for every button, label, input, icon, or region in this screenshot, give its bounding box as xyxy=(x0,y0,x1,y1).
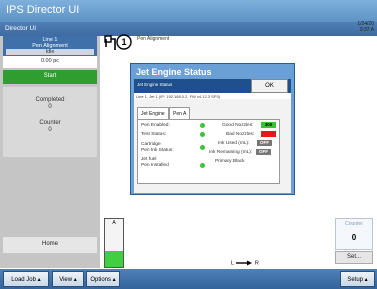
bad-nozzles-label: Bad Nozzles: xyxy=(226,132,255,137)
pen-enabled-status-icon xyxy=(200,123,205,128)
caret-up-icon: ▴ xyxy=(73,277,77,283)
counter-value: 0 xyxy=(48,127,52,133)
clock-time: 9:37 A xyxy=(359,27,374,33)
pen-ink-status-label: Pen Ink Status: xyxy=(141,148,174,153)
app-title: IPS Director UI xyxy=(6,4,80,16)
ink-level-fill xyxy=(105,251,123,267)
setup-label: Setup xyxy=(347,277,363,283)
pen-ink-status-icon xyxy=(200,145,205,150)
pen-number-icon[interactable]: 1 xyxy=(104,32,138,54)
counters-panel: Completed 0 Counter 0 xyxy=(3,87,97,157)
caret-up-icon: ▴ xyxy=(37,277,41,283)
load-job-button[interactable]: Load Job ▴ xyxy=(3,271,49,287)
options-label: Options xyxy=(90,277,111,283)
counter-label: Counter xyxy=(39,120,61,126)
direction-right-label: R xyxy=(254,260,259,267)
view-label: View xyxy=(59,277,73,283)
dialog-body: Jet Engine Pen A Pen Enabled: Test Statu… xyxy=(134,99,291,193)
setup-button[interactable]: Setup ▴ xyxy=(340,271,375,287)
ok-button[interactable]: OK xyxy=(251,79,288,93)
dialog-title: Jet Engine Status xyxy=(136,67,212,77)
pen-alignment-label: Pen Alignment xyxy=(137,36,170,42)
dialog-header-text: Jet Engine Status xyxy=(137,82,173,87)
subtitle-bar: Director UI xyxy=(0,22,377,36)
ink-gauge-label: A xyxy=(112,220,116,226)
ink-remaining-badge: OFF xyxy=(256,149,271,155)
completed-label: Completed xyxy=(35,97,65,103)
app-subtitle: Director UI xyxy=(5,25,37,32)
view-button[interactable]: View ▴ xyxy=(52,271,84,287)
test-status-label: Test Status: xyxy=(141,132,167,137)
counter-box: Counter 0 xyxy=(335,218,373,250)
direction-indicator: L R xyxy=(231,260,259,266)
home-button[interactable]: Home xyxy=(3,237,97,253)
good-nozzles-badge: 300 xyxy=(261,122,276,128)
right-arrow-icon xyxy=(236,260,253,266)
speed-readout: 0.00 pc xyxy=(3,56,97,68)
ink-level-gauge: A xyxy=(104,218,124,268)
bad-nozzles-badge xyxy=(261,131,276,137)
direction-left-label: L xyxy=(231,260,234,267)
sidebar: Line 1 Pen Alignment Idle 0.00 pc Start … xyxy=(0,36,100,268)
counter-box-label: Counter xyxy=(345,221,363,227)
clock: 1/24/20 9:37 A xyxy=(357,21,374,33)
pen-enabled-label: Pen Enabled: xyxy=(141,123,170,128)
title-bar: IPS Director UI xyxy=(0,0,377,22)
jet-engine-status-dialog: Jet Engine Status Jet Engine Status OK L… xyxy=(130,63,295,195)
pen-installed-icon xyxy=(200,163,205,168)
pen-installed-label: Pen Installed xyxy=(141,163,169,168)
set-counter-button[interactable]: Set... xyxy=(335,251,373,264)
line-status: Idle xyxy=(6,49,94,55)
primary-black-label: Primary Black xyxy=(215,159,245,164)
ink-used-label: Ink Used (mL): xyxy=(218,141,250,146)
start-button[interactable]: Start xyxy=(3,70,97,84)
ink-remaining-label: Ink Remaining (mL): xyxy=(209,150,253,155)
load-job-label: Load Job xyxy=(11,277,36,283)
pen-number: 1 xyxy=(121,37,126,47)
counter-box-value: 0 xyxy=(351,233,357,242)
good-nozzles-label: Good Nozzles: xyxy=(222,123,254,128)
app-window: IPS Director UI Director UI 1/24/20 9:37… xyxy=(0,0,377,289)
caret-up-icon: ▴ xyxy=(364,277,368,283)
jet-fuel-label: Jet fuel xyxy=(141,157,157,162)
options-button[interactable]: Options ▴ xyxy=(86,271,120,287)
test-status-icon xyxy=(200,132,205,137)
cartridge-label: Cartridge xyxy=(141,142,161,147)
ink-used-badge: OFF xyxy=(257,140,272,146)
tab-panel-jet-engine: Pen Enabled: Test Status: Cartridge Pen … xyxy=(137,119,280,184)
completed-value: 0 xyxy=(48,104,52,110)
bottom-toolbar: Load Job ▴ View ▴ Options ▴ Setup ▴ xyxy=(0,269,377,289)
caret-up-icon: ▴ xyxy=(112,277,116,283)
